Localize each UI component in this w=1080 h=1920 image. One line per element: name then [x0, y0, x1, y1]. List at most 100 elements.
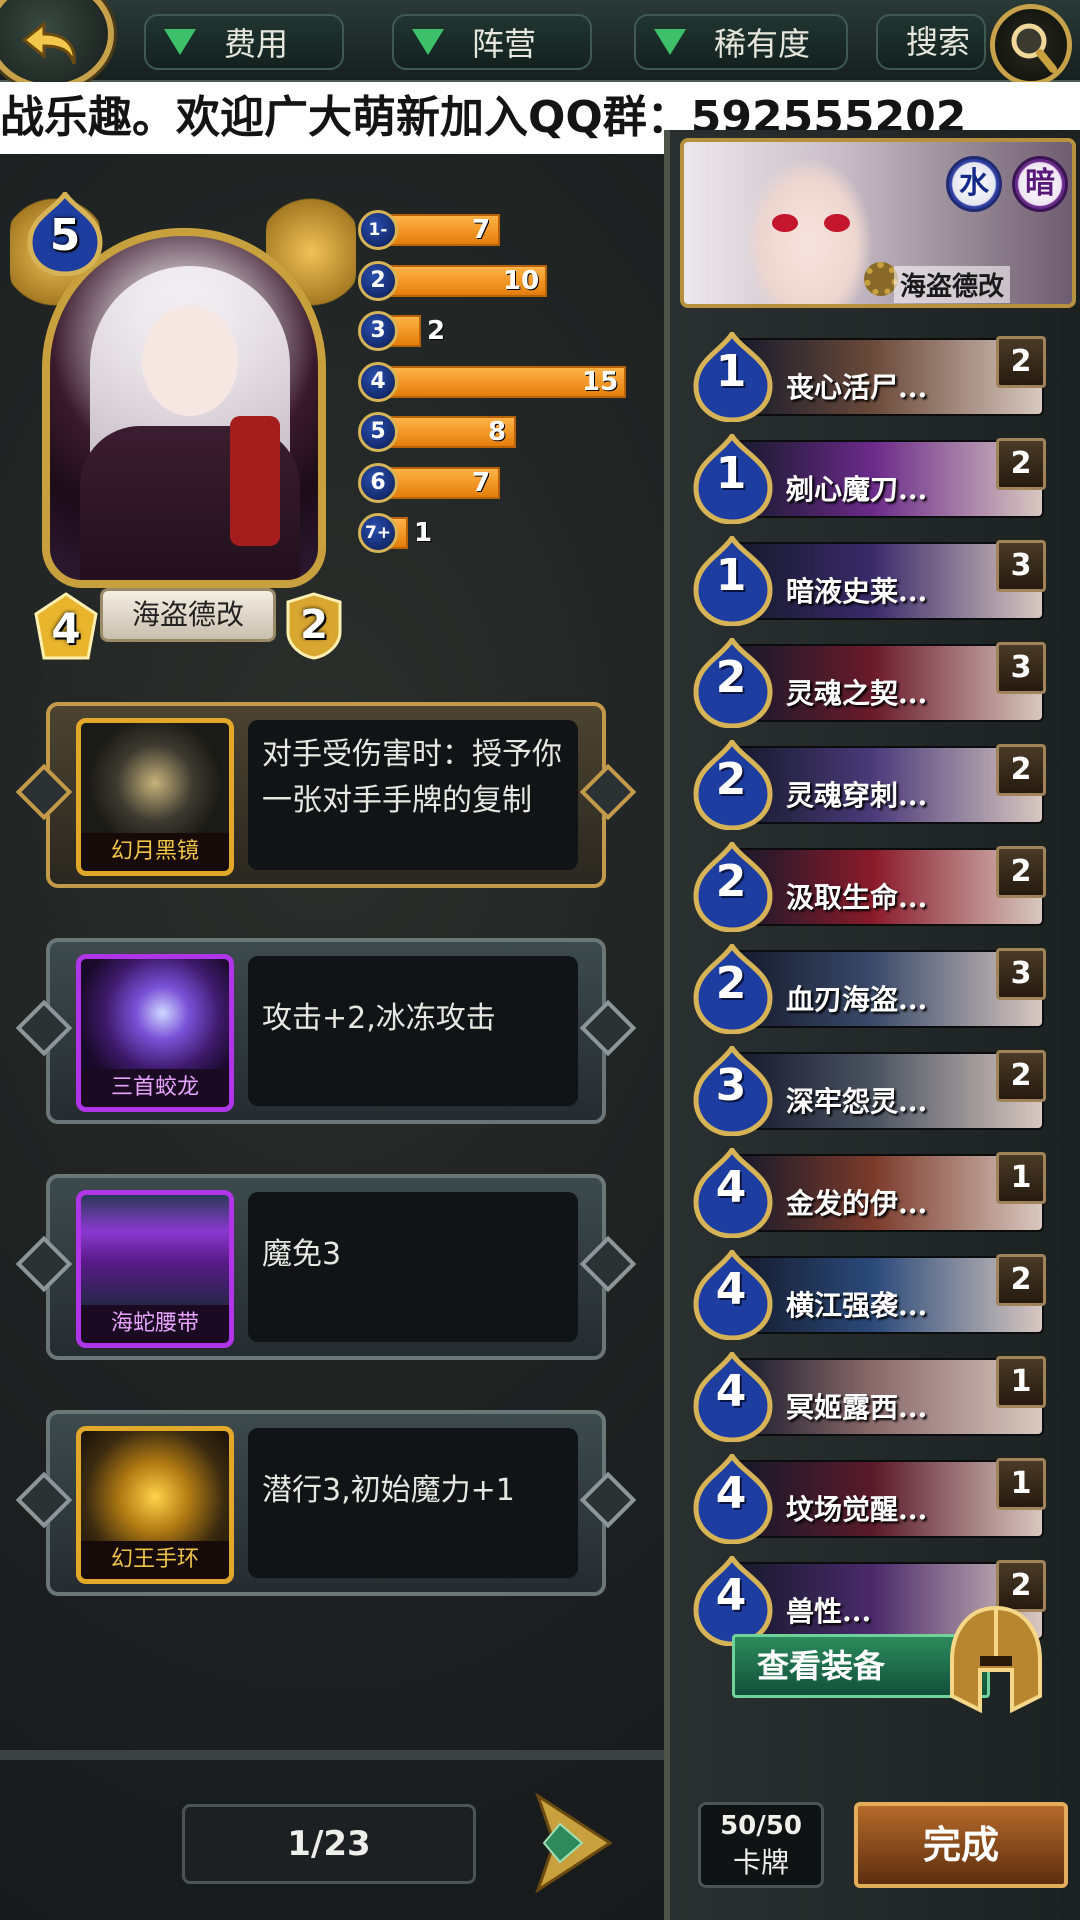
cost-filter-button[interactable]: 费用: [144, 14, 344, 70]
helmet-icon[interactable]: [936, 1600, 1056, 1720]
deck-panel: 水 暗 海盗德改 1 丧心活尸... 2 1 剜心魔刀... 2 1 暗液史莱... 3 2 灵魂之…: [664, 130, 1080, 1920]
card-name: 暗液史莱...: [786, 575, 928, 608]
card-name: 横江强袭...: [786, 1289, 928, 1322]
card-cost: 2: [715, 652, 747, 703]
card-cost: 2: [715, 958, 747, 1009]
equipment-slot-2[interactable]: 三首蛟龙 攻击+2,冰冻攻击: [15, 938, 637, 1124]
equipment-icon-mirror: 幻月黑镜: [76, 718, 234, 876]
mana-gem-icon: 4: [692, 1451, 776, 1545]
mana-curve-value: 8: [488, 417, 507, 447]
mana-gem-icon: 1: [692, 533, 776, 627]
hero-portrait: [42, 228, 326, 588]
mana-gem-icon: 4: [692, 1349, 776, 1443]
deck-card-item[interactable]: 2 灵魂之契... 3: [692, 635, 1048, 729]
equipment-slot-1[interactable]: 幻月黑镜 对手受伤害时：授予你一张对手手牌的复制: [15, 702, 637, 888]
deck-card-item[interactable]: 2 血刃海盗... 3: [692, 941, 1048, 1035]
mana-cost-label: 4: [358, 361, 398, 402]
equipment-description: 潜行3,初始魔力+1: [248, 1428, 578, 1578]
search-button[interactable]: 搜索: [876, 14, 986, 70]
mana-curve-row: 32: [358, 311, 638, 351]
equipment-icon-trident: 三首蛟龙: [76, 954, 234, 1112]
equipment-name: 海蛇腰带: [81, 1305, 229, 1343]
mana-curve-row: 7+ 1: [358, 513, 638, 553]
card-name: 金发的伊...: [786, 1187, 928, 1220]
back-arrow-icon: [21, 20, 76, 65]
deck-card-item[interactable]: 1 剜心魔刀... 2: [692, 431, 1048, 525]
dropdown-triangle-icon: [412, 29, 444, 55]
card-copies-badge: 1: [996, 1152, 1046, 1204]
hero-card[interactable]: 5 海盗德改 4 2: [10, 189, 356, 660]
mana-cost-label: 1-: [358, 210, 398, 250]
card-copies-badge: 2: [996, 438, 1046, 490]
deck-card-item[interactable]: 4 冥姬露西... 1: [692, 1349, 1048, 1443]
card-copies-badge: 2: [996, 744, 1046, 796]
hero-health-gem: 2: [286, 592, 342, 660]
equipment-description: 攻击+2,冰冻攻击: [248, 956, 578, 1106]
card-name: 汲取生命...: [786, 881, 928, 914]
mana-gem-icon: 4: [692, 1553, 776, 1647]
rarity-filter-label: 稀有度: [714, 25, 811, 63]
mana-gem-icon: 2: [692, 737, 776, 831]
magnifier-icon[interactable]: [990, 4, 1072, 86]
deck-card-list[interactable]: 1 丧心活尸... 2 1 剜心魔刀... 2 1 暗液史莱... 3 2 灵魂之契... 3 2 灵魂穿…: [692, 332, 1052, 1742]
mana-gem-icon: 2: [692, 839, 776, 933]
deck-card-item[interactable]: 1 暗液史莱... 3: [692, 533, 1048, 627]
done-button[interactable]: 完成: [854, 1802, 1068, 1888]
card-name: 兽性...: [786, 1595, 872, 1628]
faction-filter-button[interactable]: 阵营: [392, 14, 592, 70]
card-count: 50/50 卡牌: [698, 1802, 824, 1888]
gear-icon: [864, 262, 898, 296]
page-indicator: 1/23: [182, 1804, 476, 1884]
mana-curve-row: 2 10: [358, 260, 638, 301]
mana-curve-value: 15: [582, 366, 619, 397]
view-equipment-label: 查看装备: [757, 1647, 886, 1685]
card-copies-badge: 2: [996, 846, 1046, 898]
deck-header[interactable]: 水 暗 海盗德改: [680, 138, 1076, 308]
mana-cost-label: 5: [358, 412, 398, 452]
mana-gem-icon: 3: [692, 1043, 776, 1137]
mana-cost-label: 2: [358, 260, 398, 301]
back-button[interactable]: [0, 0, 114, 90]
deck-card-item[interactable]: 2 汲取生命... 2: [692, 839, 1048, 933]
search-label: 搜索: [906, 23, 971, 61]
card-copies-badge: 3: [996, 948, 1046, 1000]
equipment-description: 对手受伤害时：授予你一张对手手牌的复制: [248, 720, 578, 870]
rarity-filter-button[interactable]: 稀有度: [634, 14, 848, 70]
mana-gem-icon: 1: [692, 431, 776, 525]
card-copies-badge: 2: [996, 1050, 1046, 1102]
hero-cost-gem: 5: [26, 189, 104, 277]
card-count-label: 卡牌: [732, 1846, 789, 1879]
card-cost: 4: [715, 1570, 747, 1621]
deck-card-item[interactable]: 4 金发的伊... 1: [692, 1145, 1048, 1239]
card-cost: 4: [715, 1162, 747, 1213]
hero-health-value: 2: [300, 602, 328, 648]
mana-gem-icon: 4: [692, 1247, 776, 1341]
dropdown-triangle-icon: [164, 29, 196, 55]
mana-gem-icon: 2: [692, 635, 776, 729]
next-arrow-icon: [535, 1792, 613, 1894]
hero-name: 海盗德改: [100, 588, 276, 642]
equipment-slot-4[interactable]: 幻王手环 潜行3,初始魔力+1: [15, 1410, 637, 1596]
equipment-name: 幻王手环: [81, 1541, 229, 1579]
card-name: 灵魂之契...: [786, 677, 928, 710]
deck-card-item[interactable]: 4 横江强袭... 2: [692, 1247, 1048, 1341]
top-bar: 费用 阵营 稀有度 搜索: [0, 0, 1080, 90]
equipment-name: 三首蛟龙: [81, 1069, 229, 1107]
mana-cost-label: 7+: [358, 513, 398, 553]
next-page-button[interactable]: [524, 1788, 616, 1898]
dropdown-triangle-icon: [654, 29, 686, 55]
mana-curve-row: 67: [358, 462, 638, 503]
hero-attack-gem: 4: [34, 592, 98, 664]
equipment-slot-3[interactable]: 海蛇腰带 魔免3: [15, 1174, 637, 1360]
card-cost: 2: [715, 856, 747, 907]
panel-divider: [0, 1750, 664, 1760]
dark-element-icon: 暗: [1012, 156, 1068, 212]
hero-detail-panel: 5 海盗德改 4 2 1- 7 2 10 3 2 4 15 5 8 6 7 7+ 1 幻月黑: [0, 154, 664, 1760]
deck-card-item[interactable]: 1 丧心活尸... 2: [692, 332, 1048, 423]
faction-filter-label: 阵营: [472, 25, 537, 63]
deck-card-item[interactable]: 3 深牢怨灵... 2: [692, 1043, 1048, 1137]
deck-card-item[interactable]: 4 坟场觉醒... 1: [692, 1451, 1048, 1545]
water-element-icon: 水: [946, 156, 1002, 212]
mana-gem-icon: 2: [692, 941, 776, 1035]
deck-card-item[interactable]: 2 灵魂穿刺... 2: [692, 737, 1048, 831]
